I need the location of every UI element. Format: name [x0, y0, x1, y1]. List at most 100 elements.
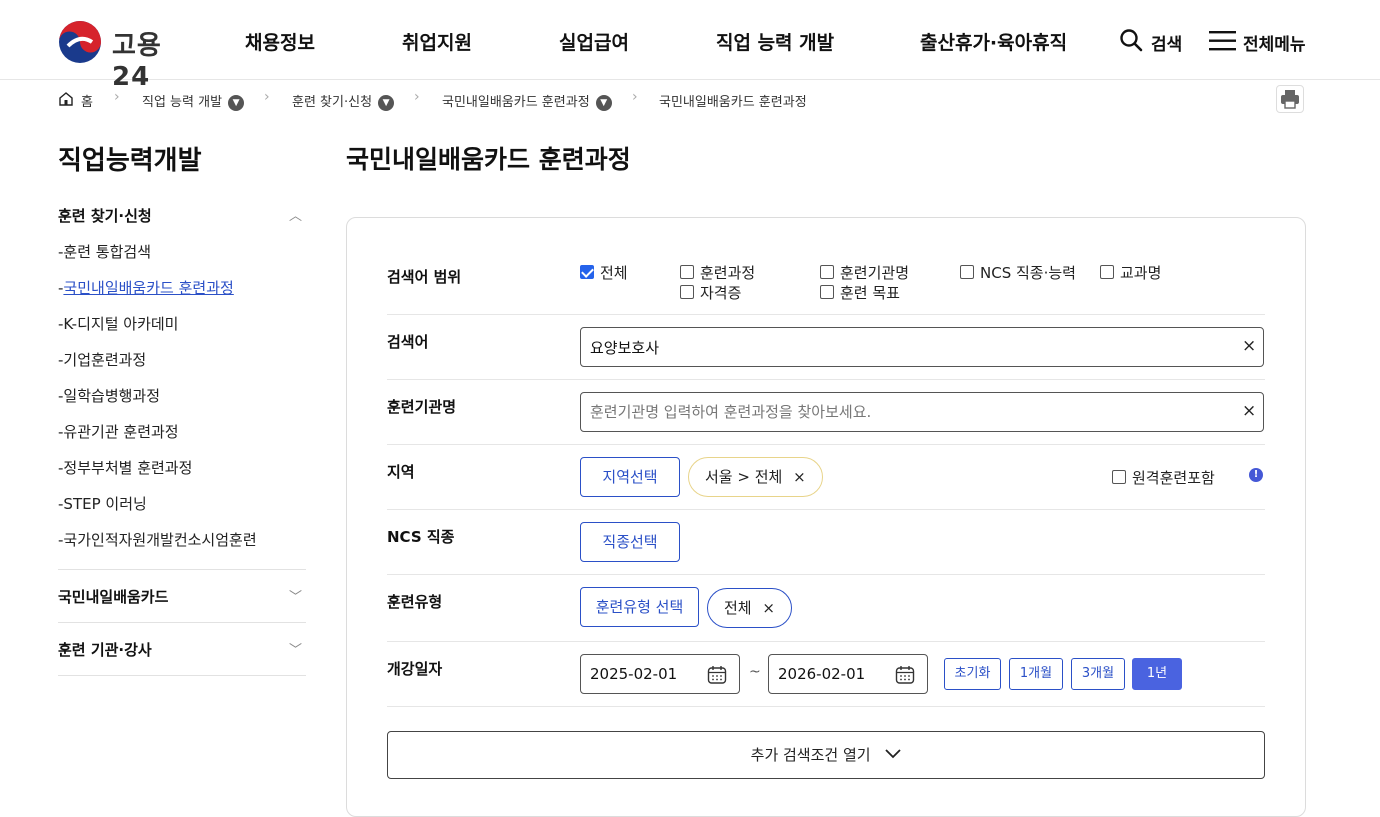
checkbox-icon	[680, 285, 694, 299]
all-menu-label: 전체메뉴	[1243, 35, 1306, 55]
sidebar-item-work-study[interactable]: -일학습병행과정	[58, 385, 160, 406]
divider	[387, 379, 1265, 380]
site-header: 고용24 채용정보 취업지원 실업급여 직업 능력 개발 출산휴가·육아휴직 검…	[0, 0, 1380, 92]
period-1month-button[interactable]: 1개월	[1009, 658, 1063, 690]
keyword-input[interactable]	[580, 327, 1264, 367]
checkbox-icon	[820, 265, 834, 279]
breadcrumb-vocational-training[interactable]: 직업 능력 개발 ▼	[142, 91, 245, 111]
date-range-separator: ~	[749, 664, 761, 680]
training-type-tag-label: 전체	[724, 599, 752, 617]
header-search-button[interactable]: 검색	[1119, 28, 1185, 55]
scope-certificate-checkbox[interactable]: 자격증	[680, 282, 741, 303]
checkbox-label: 교과명	[1120, 264, 1162, 282]
sidebar-group-learning-card[interactable]: 국민내일배움카드 ﹀	[58, 586, 306, 608]
calendar-icon[interactable]	[895, 665, 915, 685]
dropdown-toggle-icon[interactable]: ▼	[595, 94, 612, 111]
sidebar-group-label: 훈련 기관·강사	[58, 641, 152, 659]
sidebar-item-label: 기업훈련과정	[63, 351, 147, 369]
scope-all-checkbox[interactable]: 전체	[580, 262, 628, 283]
dropdown-toggle-icon[interactable]: ▼	[228, 94, 245, 111]
divider	[387, 706, 1265, 707]
taegeuk-logo-icon	[59, 21, 101, 63]
divider	[58, 569, 306, 570]
sidebar-item-consortium[interactable]: -국가인적자원개발컨소시엄훈련	[58, 529, 257, 550]
nav-unemployment-benefit[interactable]: 실업급여	[559, 28, 629, 55]
sidebar-item-company-training[interactable]: -기업훈련과정	[58, 349, 146, 370]
sidebar-item-ministry[interactable]: -정부부처별 훈련과정	[58, 457, 192, 478]
checkbox-label: 자격증	[700, 284, 742, 302]
sidebar-group-label: 국민내일배움카드	[58, 588, 169, 606]
start-date-field[interactable]: 2025-02-01	[580, 654, 740, 694]
checkbox-checked-icon	[580, 265, 594, 279]
sidebar-item-k-digital[interactable]: -K-디지털 아카데미	[58, 313, 178, 334]
clear-institution-icon[interactable]: ×	[1242, 401, 1256, 421]
period-1year-button[interactable]: 1년	[1132, 658, 1182, 690]
sidebar-group-training-search[interactable]: 훈련 찾기·신청 ︿	[58, 205, 306, 227]
home-icon	[59, 92, 73, 106]
scope-institution-checkbox[interactable]: 훈련기관명	[820, 262, 909, 283]
breadcrumb-label: 직업 능력 개발	[142, 95, 223, 110]
breadcrumb-training-search[interactable]: 훈련 찾기·신청 ▼	[292, 91, 395, 111]
scope-goal-checkbox[interactable]: 훈련 목표	[820, 282, 900, 303]
hamburger-menu-icon	[1209, 31, 1236, 51]
period-reset-button[interactable]: 초기화	[944, 658, 1001, 690]
institution-label: 훈련기관명	[387, 398, 457, 416]
select-training-type-button[interactable]: 훈련유형 선택	[580, 587, 699, 627]
divider	[387, 444, 1265, 445]
nav-employment-support[interactable]: 취업지원	[402, 28, 472, 55]
remove-tag-icon[interactable]: ×	[793, 468, 806, 486]
sidebar-item-label: 국가인적자원개발컨소시엄훈련	[63, 531, 257, 549]
sidebar-item-label: STEP 이러닝	[63, 495, 147, 513]
scope-ncs-checkbox[interactable]: NCS 직종·능력	[960, 262, 1076, 283]
all-menu-button[interactable]: 전체메뉴	[1209, 28, 1309, 55]
period-3month-button[interactable]: 3개월	[1071, 658, 1125, 690]
dropdown-toggle-icon[interactable]: ▼	[378, 94, 395, 111]
end-date-field[interactable]: 2026-02-01	[768, 654, 928, 694]
region-tag-label: 서울 > 전체	[705, 468, 783, 486]
nav-vocational-training[interactable]: 직업 능력 개발	[716, 28, 834, 55]
end-date-value: 2026-02-01	[778, 665, 866, 683]
sidebar-item-card-course[interactable]: -국민내일배움카드 훈련과정	[58, 277, 234, 298]
checkbox-icon	[680, 265, 694, 279]
chevron-up-icon: ︿	[288, 209, 302, 224]
institution-input[interactable]	[580, 392, 1264, 432]
sidebar-item-label: 유관기관 훈련과정	[63, 423, 179, 441]
divider	[387, 509, 1265, 510]
checkbox-label: 전체	[600, 264, 628, 282]
breadcrumb-card-course[interactable]: 국민내일배움카드 훈련과정 ▼	[442, 91, 612, 111]
select-region-button[interactable]: 지역선택	[580, 457, 680, 497]
sidebar-item-label: 일학습병행과정	[63, 387, 161, 405]
divider	[387, 641, 1265, 642]
divider	[387, 574, 1265, 575]
chevron-down-icon	[885, 749, 901, 759]
nav-maternity-leave[interactable]: 출산휴가·육아휴직	[920, 28, 1067, 55]
checkbox-label: 훈련 목표	[840, 284, 900, 302]
sidebar-item-label: K-디지털 아카데미	[63, 315, 179, 333]
info-icon[interactable]: !	[1249, 468, 1263, 482]
scope-subject-checkbox[interactable]: 교과명	[1100, 262, 1161, 283]
search-label: 검색	[1151, 35, 1183, 55]
scope-course-checkbox[interactable]: 훈련과정	[680, 262, 755, 283]
site-logo[interactable]: 고용24	[58, 20, 198, 92]
open-more-conditions-button[interactable]: 추가 검색조건 열기	[387, 731, 1265, 779]
keyword-label: 검색어	[387, 333, 429, 351]
clear-keyword-icon[interactable]: ×	[1242, 336, 1256, 356]
sidebar-group-institution-instructor[interactable]: 훈련 기관·강사 ﹀	[58, 639, 306, 661]
select-ncs-button[interactable]: 직종선택	[580, 522, 680, 562]
remove-tag-icon[interactable]: ×	[762, 599, 775, 617]
calendar-icon[interactable]	[707, 665, 727, 685]
sidebar-item-integrated-search[interactable]: -훈련 통합검색	[58, 241, 151, 262]
sidebar-item-label: 국민내일배움카드 훈련과정	[63, 279, 234, 297]
print-button[interactable]	[1276, 85, 1304, 113]
nav-job-info[interactable]: 채용정보	[245, 28, 315, 55]
sidebar-item-related-agency[interactable]: -유관기관 훈련과정	[58, 421, 179, 442]
chevron-right-icon: ›	[414, 89, 420, 105]
chevron-down-icon: ﹀	[288, 590, 302, 605]
sidebar-item-label: 훈련 통합검색	[63, 243, 151, 261]
region-label: 지역	[387, 463, 415, 481]
training-type-label: 훈련유형	[387, 593, 443, 611]
remote-training-checkbox[interactable]: 원격훈련포함	[1112, 467, 1215, 488]
chevron-right-icon: ›	[114, 89, 120, 105]
breadcrumb-home[interactable]: 홈	[81, 91, 93, 110]
sidebar-item-step-elearning[interactable]: -STEP 이러닝	[58, 493, 147, 514]
